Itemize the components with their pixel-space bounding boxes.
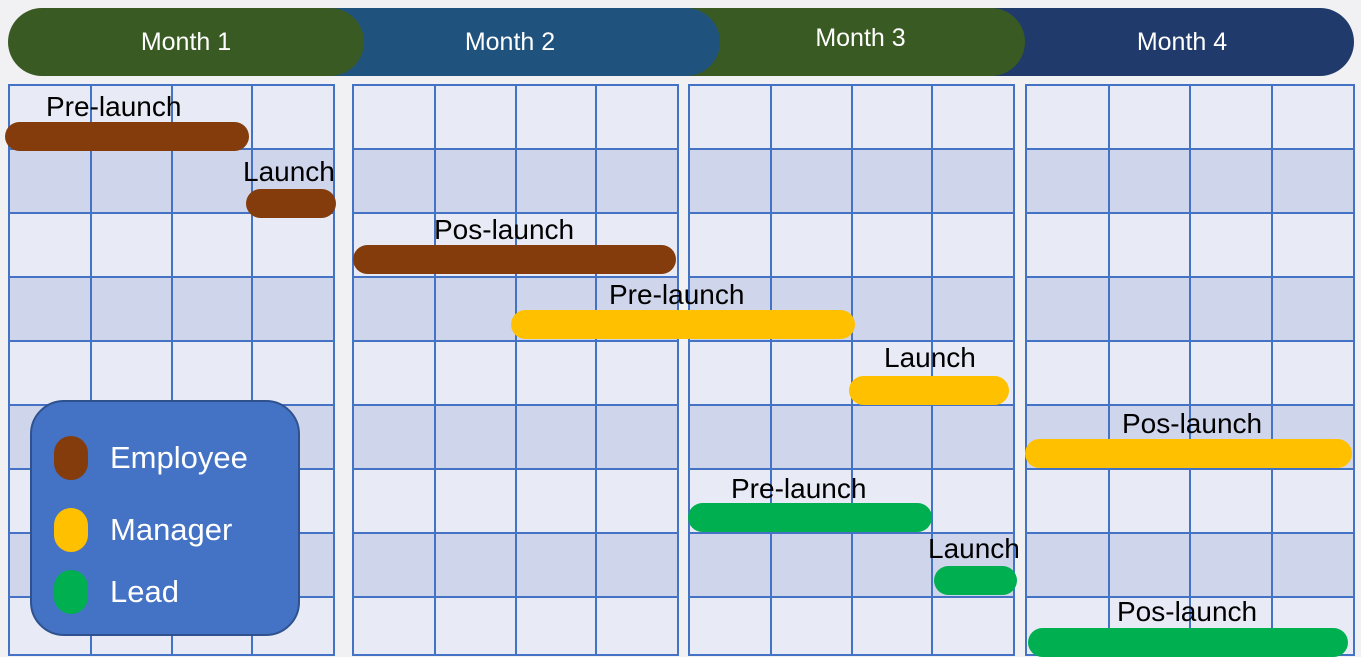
legend-label-manager: Manager [110,512,233,547]
lead-pre-launch-label: Pre-launch [731,473,867,504]
employee-pos-launch-label: Pos-launch [434,214,575,245]
grid-row-line [690,276,1013,278]
grid-row-line [690,212,1013,214]
lead-pos-launch-label: Pos-launch [1117,596,1258,627]
grid-row-line [354,340,677,342]
grid-column-line [1189,86,1191,654]
grid-row-line [354,532,677,534]
grid-row-line [1027,148,1353,150]
month-3-label: Month 3 [815,23,906,52]
grid-row-line [1027,212,1353,214]
employee-pos-launch-bar [353,245,676,274]
grid-row-line [354,468,677,470]
grid-row-line [1027,276,1353,278]
employee-swatch [54,436,88,480]
employee-pre-launch-label: Pre-launch [46,91,182,122]
grid-column-line [770,86,772,654]
employee-launch-bar [246,189,336,218]
grid-row-line [10,276,333,278]
manager-pre-launch-label: Pre-launch [609,279,745,310]
grid-row-line [1027,404,1353,406]
grid-column-line [595,86,597,654]
grid-row-line [354,276,677,278]
lead-pre-launch-bar [688,503,932,532]
month-4-grid [1025,84,1355,656]
month-4-label: Month 4 [1136,27,1228,56]
month-2-label: Month 2 [464,27,556,56]
manager-pos-launch-label: Pos-launch [1122,408,1263,439]
grid-row-line [1027,532,1353,534]
grid-column-line [851,86,853,654]
grid-column-line [434,86,436,654]
grid-row-line [354,404,677,406]
employee-launch-label: Launch [243,156,335,187]
legend-label-employee: Employee [110,440,248,475]
grid-row-line [354,596,677,598]
month-1-header: Month 1 [8,8,364,76]
lead-launch-label: Launch [928,533,1020,564]
grid-row-line [690,468,1013,470]
grid-column-line [1271,86,1273,654]
employee-pre-launch-bar [5,122,249,151]
manager-pre-launch-bar [511,310,855,339]
grid-row-line [690,148,1013,150]
grid-row-line [690,596,1013,598]
grid-row-line [1027,340,1353,342]
lead-launch-bar [934,566,1017,595]
manager-launch-label: Launch [884,342,976,373]
grid-row-line [10,340,333,342]
grid-row-line [354,148,677,150]
lead-pos-launch-bar [1028,628,1348,657]
grid-column-line [1108,86,1110,654]
manager-launch-bar [849,376,1009,405]
lead-swatch [54,570,88,614]
legend: Employee Manager Lead [30,400,300,636]
manager-pos-launch-bar [1025,439,1352,468]
legend-label-lead: Lead [110,574,179,609]
month-2-grid [352,84,679,656]
month-1-label: Month 1 [140,27,232,56]
gantt-diagram: Month 4 Month 3 Month 2 Month 1 Pre-laun… [0,0,1361,657]
manager-swatch [54,508,88,552]
grid-column-line [515,86,517,654]
grid-row-line [1027,468,1353,470]
